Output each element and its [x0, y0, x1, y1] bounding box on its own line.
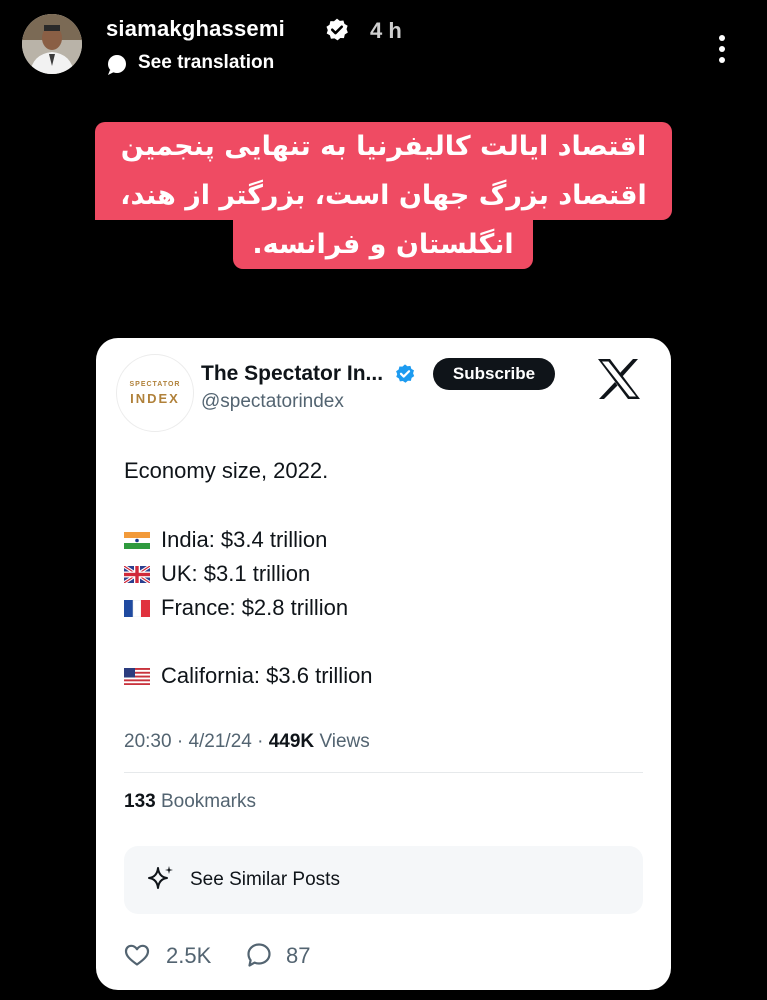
tweet-date[interactable]: 4/21/24	[188, 731, 251, 752]
uk-flag-icon	[124, 566, 150, 583]
tweet-list-item: UK: $3.1 trillion	[124, 561, 310, 587]
tweet-display-name[interactable]: The Spectator In...	[201, 362, 383, 386]
tweet-heading: Economy size, 2022.	[124, 458, 329, 483]
see-similar-posts-button[interactable]: See Similar Posts	[124, 846, 643, 914]
see-similar-posts-label: See Similar Posts	[190, 869, 340, 890]
tweet-item-text: California: $3.6 trillion	[161, 663, 373, 688]
story-time: 4 h	[370, 18, 402, 43]
france-flag-icon	[124, 600, 150, 617]
sparkle-icon	[148, 866, 173, 889]
x-logo-icon	[598, 359, 640, 399]
views-count: 449K	[268, 731, 315, 752]
tweet-avatar[interactable]: SPECTATOR INDEX	[116, 354, 194, 432]
avatar[interactable]	[22, 14, 82, 74]
bookmarks-label: Bookmarks	[160, 791, 257, 812]
tweet-time[interactable]: 20:30	[124, 731, 172, 752]
tweet-meta: 20:30 · 4/21/24 · 449K Views	[124, 731, 370, 752]
avatar-logo-bottom: INDEX	[130, 391, 180, 406]
india-flag-icon	[124, 532, 150, 549]
heart-icon[interactable]	[124, 943, 150, 967]
story-caption: اقتصاد ایالت کالیفرنیا به تنهایی پنجمین …	[95, 122, 672, 272]
tweet-item-text: India: $3.4 trillion	[161, 527, 328, 552]
translate-icon	[108, 55, 126, 75]
likes-count: 2.5K	[166, 943, 212, 968]
caption-line: اقتصاد بزرگ جهان است، بزرگتر از هند،	[95, 171, 672, 220]
tweet-list-item: India: $3.4 trillion	[124, 527, 327, 553]
subscribe-button[interactable]: Subscribe	[433, 358, 555, 390]
story-header: siamakghassemi 4 h See translation	[22, 14, 742, 78]
story-viewer: siamakghassemi 4 h See translation اقتصا…	[0, 0, 767, 1000]
avatar-image	[22, 14, 82, 74]
verified-icon	[326, 18, 348, 41]
more-icon[interactable]	[712, 22, 732, 72]
avatar-logo-top: SPECTATOR	[129, 381, 181, 388]
bookmarks-stat[interactable]: 133 Bookmarks	[124, 791, 256, 813]
bookmarks-count: 133	[124, 791, 156, 812]
tweet-item-text: France: $2.8 trillion	[161, 595, 349, 620]
replies-count: 87	[286, 943, 311, 968]
tweet-list-item: California: $3.6 trillion	[124, 663, 373, 689]
tweet-list-item: France: $2.8 trillion	[124, 595, 348, 621]
divider	[124, 772, 643, 773]
tweet-handle[interactable]: @spectatorindex	[201, 391, 344, 413]
username[interactable]: siamakghassemi	[106, 16, 285, 42]
see-translation-link[interactable]: See translation	[138, 52, 274, 74]
us-flag-icon	[124, 668, 150, 685]
views-label: Views	[319, 731, 370, 752]
caption-line: انگلستان و فرانسه.	[233, 220, 533, 269]
reply-icon[interactable]	[246, 942, 272, 968]
tweet-item-text: UK: $3.1 trillion	[161, 561, 311, 586]
caption-line: اقتصاد ایالت کالیفرنیا به تنهایی پنجمین	[95, 122, 672, 171]
verified-icon	[396, 364, 415, 383]
tweet-card[interactable]: SPECTATOR INDEX The Spectator In... @spe…	[96, 338, 671, 990]
